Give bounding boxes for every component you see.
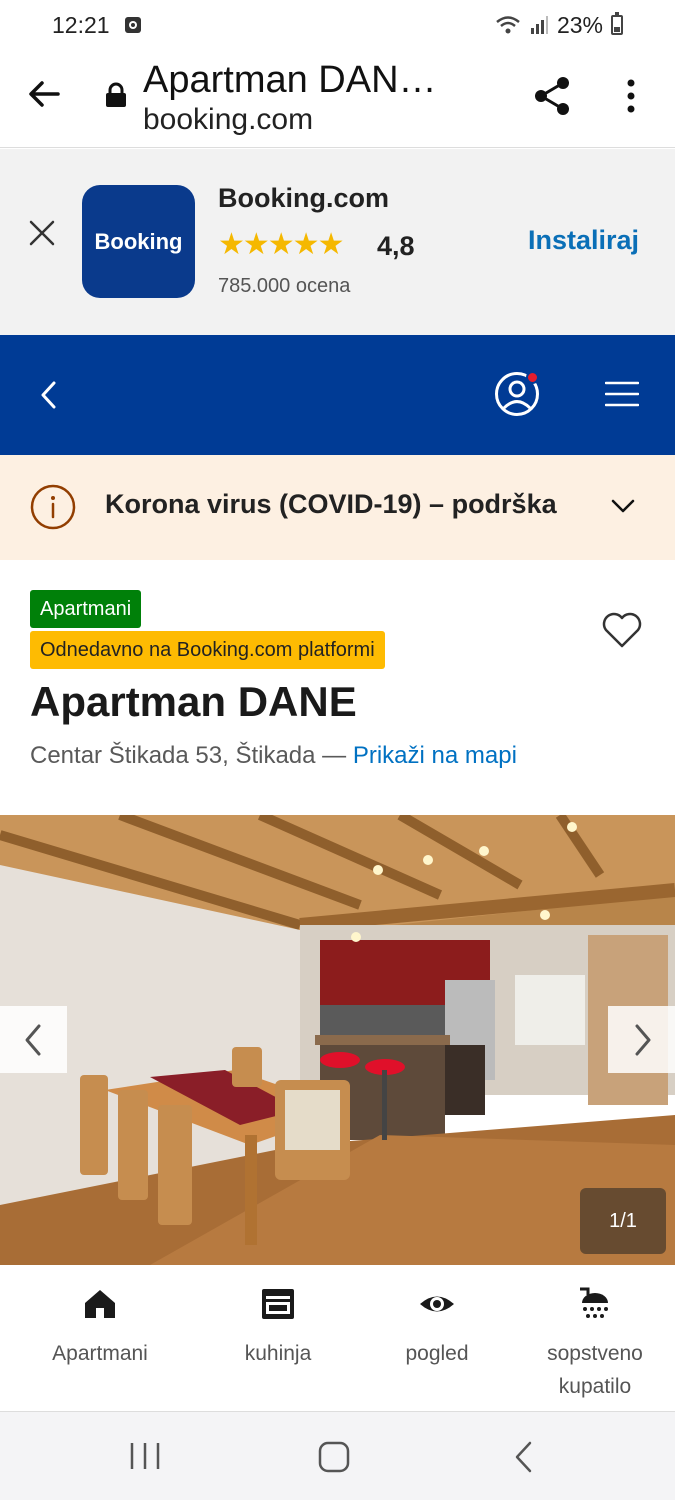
facility-view: pogled [377, 1285, 497, 1370]
address-text: Centar Štikada 53, Štikada — [30, 742, 353, 769]
logo-text: Booking [94, 228, 183, 254]
facility-label: Apartmani [52, 1342, 148, 1365]
hamburger-menu-icon[interactable] [605, 381, 639, 407]
app-rating: 4,8 [377, 231, 415, 261]
property-name: Apartman DANE [30, 678, 357, 725]
url-field[interactable]: Apartman DAN… booking.com [143, 58, 437, 138]
status-bar: 12:21 23% [0, 0, 675, 50]
previous-photo-button[interactable] [0, 1006, 67, 1073]
eye-icon [420, 1296, 454, 1312]
home-icon [85, 1290, 115, 1318]
photo-counter: 1/1 [580, 1188, 666, 1254]
wifi-icon [496, 16, 520, 34]
facility-apartments: Apartmani [40, 1285, 160, 1370]
install-button[interactable]: Instaliraj [528, 225, 639, 256]
booking-app-logo: Booking [82, 185, 195, 298]
chevron-right-icon [635, 1024, 650, 1055]
facility-private-bathroom: sopstveno kupatilo [530, 1285, 660, 1403]
battery-icon [611, 12, 623, 35]
back-button-icon[interactable] [512, 1440, 536, 1474]
site-header [0, 335, 675, 455]
facility-label: sopstveno kupatilo [547, 1342, 643, 1398]
shower-icon [580, 1287, 608, 1318]
heart-icon[interactable] [600, 610, 644, 650]
facility-kitchen: kuhinja [218, 1285, 338, 1370]
facility-label: pogled [405, 1342, 469, 1365]
rating-stars: ★★★★★ [218, 228, 344, 261]
battery-percent: 23% [556, 11, 603, 38]
browser-toolbar: Apartman DAN… booking.com [0, 50, 675, 148]
status-time: 12:21 [52, 11, 110, 38]
property-type-badge: Apartmani [30, 590, 142, 628]
property-photo [0, 815, 675, 1265]
facilities-row: Apartmani kuhinja pogled sopstveno kupat… [0, 1265, 675, 1411]
page-title: Apartman DAN… [143, 59, 437, 101]
system-nav-bar [0, 1411, 675, 1500]
chevron-left-icon[interactable] [36, 377, 62, 413]
chevron-left-icon [25, 1024, 40, 1055]
info-icon [30, 484, 76, 530]
covid-notice-text: Korona virus (COVID-19) – podrška [105, 489, 557, 519]
property-address: Centar Štikada 53, Štikada — Prikaži na … [30, 742, 517, 770]
lock-icon[interactable] [105, 82, 127, 108]
signal-icon [530, 16, 548, 34]
page-domain: booking.com [143, 103, 314, 136]
close-icon[interactable] [28, 219, 56, 247]
kitchen-icon [262, 1289, 294, 1319]
notification-dot [526, 371, 539, 384]
back-arrow-icon[interactable] [24, 74, 64, 114]
covid-notice[interactable]: Korona virus (COVID-19) – podrška [0, 455, 675, 560]
chevron-down-icon[interactable] [610, 496, 636, 516]
more-options-icon[interactable] [620, 76, 642, 120]
notification-icon [124, 17, 141, 33]
next-photo-button[interactable] [608, 1006, 675, 1073]
photo-gallery[interactable]: 1/1 [0, 815, 675, 1265]
home-button-icon[interactable] [318, 1441, 350, 1473]
app-install-banner: Booking Booking.com ★★★★★ 4,8 785.000 oc… [0, 149, 675, 335]
show-on-map-link[interactable]: Prikaži na mapi [353, 742, 517, 769]
new-listing-badge: Odnedavno na Booking.com platformi [30, 631, 385, 669]
app-name: Booking.com [218, 183, 390, 213]
facility-label: kuhinja [244, 1342, 312, 1365]
recent-apps-icon[interactable] [128, 1442, 162, 1470]
share-icon[interactable] [530, 74, 574, 118]
app-review-count: 785.000 ocena [218, 275, 351, 297]
